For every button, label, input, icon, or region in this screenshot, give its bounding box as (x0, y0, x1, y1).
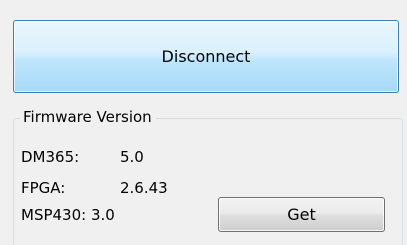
get-version-button[interactable]: Get (218, 197, 385, 232)
fpga-label: FPGA: (21, 179, 66, 197)
msp430-label: MSP430: (21, 206, 87, 224)
fpga-version-value: 2.6.43 (120, 179, 168, 197)
firmware-version-title: Firmware Version (20, 107, 156, 127)
firmware-panel: Disconnect Firmware Version DM365: 5.0 F… (0, 0, 407, 245)
dm365-label: DM365: (21, 148, 80, 166)
dm365-version-value: 5.0 (120, 148, 144, 166)
msp430-version-value: 3.0 (91, 206, 115, 224)
disconnect-button[interactable]: Disconnect (13, 20, 399, 93)
